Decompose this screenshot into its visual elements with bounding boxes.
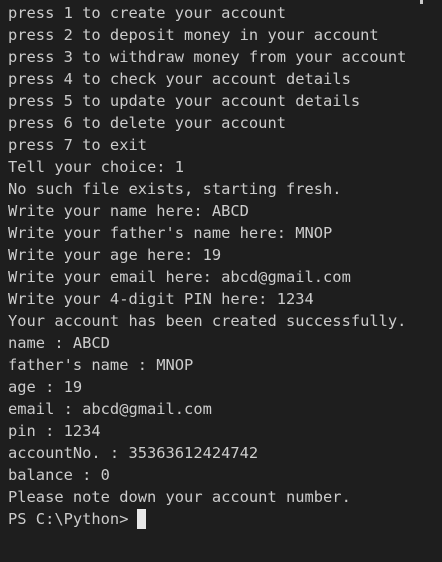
output-line: No such file exists, starting fresh. — [8, 180, 342, 198]
text-cursor[interactable] — [137, 509, 147, 529]
terminal-output: press 1 to create your account press 2 t… — [8, 2, 406, 530]
output-line: press 1 to create your account — [8, 4, 286, 22]
output-line: balance : 0 — [8, 466, 110, 484]
output-line: press 2 to deposit money in your account — [8, 26, 379, 44]
terminal-window[interactable]: press 1 to create your account press 2 t… — [0, 0, 442, 562]
output-line: pin : 1234 — [8, 422, 101, 440]
scrollbar-thumb[interactable] — [420, 0, 423, 4]
output-line: name : ABCD — [8, 334, 110, 352]
output-line: Tell your choice: 1 — [8, 158, 185, 176]
prompt-line[interactable]: PS C:\Python> — [8, 508, 406, 530]
shell-prompt: PS C:\Python> — [8, 510, 129, 528]
output-line: Write your age here: 19 — [8, 246, 222, 264]
output-line: email : abcd@gmail.com — [8, 400, 212, 418]
output-line: father's name : MNOP — [8, 356, 194, 374]
output-line: age : 19 — [8, 378, 83, 396]
output-line: press 6 to delete your account — [8, 114, 286, 132]
output-line: accountNo. : 35363612424742 — [8, 444, 259, 462]
output-line: Write your email here: abcd@gmail.com — [8, 268, 351, 286]
output-line: Write your father's name here: MNOP — [8, 224, 333, 242]
output-line: Your account has been created successful… — [8, 312, 407, 330]
output-line: Write your name here: ABCD — [8, 202, 249, 220]
output-line: press 5 to update your account details — [8, 92, 361, 110]
output-line: press 4 to check your account details — [8, 70, 351, 88]
output-line: press 3 to withdraw money from your acco… — [8, 48, 407, 66]
output-line: press 7 to exit — [8, 136, 147, 154]
output-line: Write your 4-digit PIN here: 1234 — [8, 290, 314, 308]
output-line: Please note down your account number. — [8, 488, 351, 506]
